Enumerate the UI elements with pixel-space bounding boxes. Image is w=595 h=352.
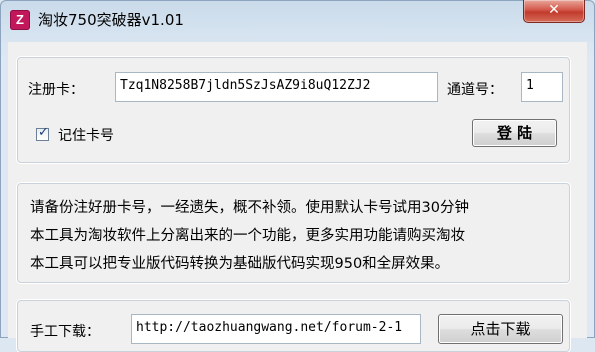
notice-group: 请备份注好册卡号，一经遗失，概不补领。使用默认卡号试用30分钟 本工具为淘妆软件… — [17, 183, 570, 283]
download-group: 手工下载： http://taozhuangwang.net/forum-2-1… — [17, 300, 570, 352]
login-group: 注册卡： Tzq1N8258B7jldn5SzJsAZ9i8uQ12ZJ2 通道… — [17, 57, 570, 163]
checkmark-icon: ✓ — [38, 125, 49, 140]
download-button[interactable]: 点击下载 — [438, 314, 563, 344]
close-button[interactable]: ✕ — [523, 0, 585, 23]
reg-card-label: 注册卡： — [28, 82, 84, 98]
remember-checkbox[interactable]: ✓ — [36, 125, 49, 141]
channel-label: 通道号： — [447, 82, 503, 98]
channel-input[interactable]: 1 — [521, 72, 563, 102]
remember-label[interactable]: 记住卡号 — [58, 125, 114, 145]
login-button[interactable]: 登 陆 — [472, 119, 557, 147]
app-window: Z 淘妆750突破器v1.01 ✕ 注册卡： Tzq1N8258B7jldn5S… — [0, 0, 595, 352]
manual-download-label: 手工下载： — [30, 324, 100, 340]
notice-line-3: 本工具可以把专业版代码转换为基础版代码实现950和全屏效果。 — [30, 256, 450, 272]
reg-card-input[interactable]: Tzq1N8258B7jldn5SzJsAZ9i8uQ12ZJ2 — [115, 72, 438, 102]
app-logo-icon: Z — [10, 10, 30, 30]
notice-line-2: 本工具为淘妆软件上分离出来的一个功能，更多实用功能请购买淘妆 — [30, 228, 465, 244]
download-url-input[interactable]: http://taozhuangwang.net/forum-2-1 — [131, 314, 421, 344]
title-bar[interactable]: Z 淘妆750突破器v1.01 ✕ — [0, 0, 595, 40]
notice-line-1: 请备份注好册卡号，一经遗失，概不补领。使用默认卡号试用30分钟 — [30, 200, 469, 216]
window-title: 淘妆750突破器v1.01 — [38, 11, 184, 29]
client-area: 注册卡： Tzq1N8258B7jldn5SzJsAZ9i8uQ12ZJ2 通道… — [8, 42, 587, 352]
